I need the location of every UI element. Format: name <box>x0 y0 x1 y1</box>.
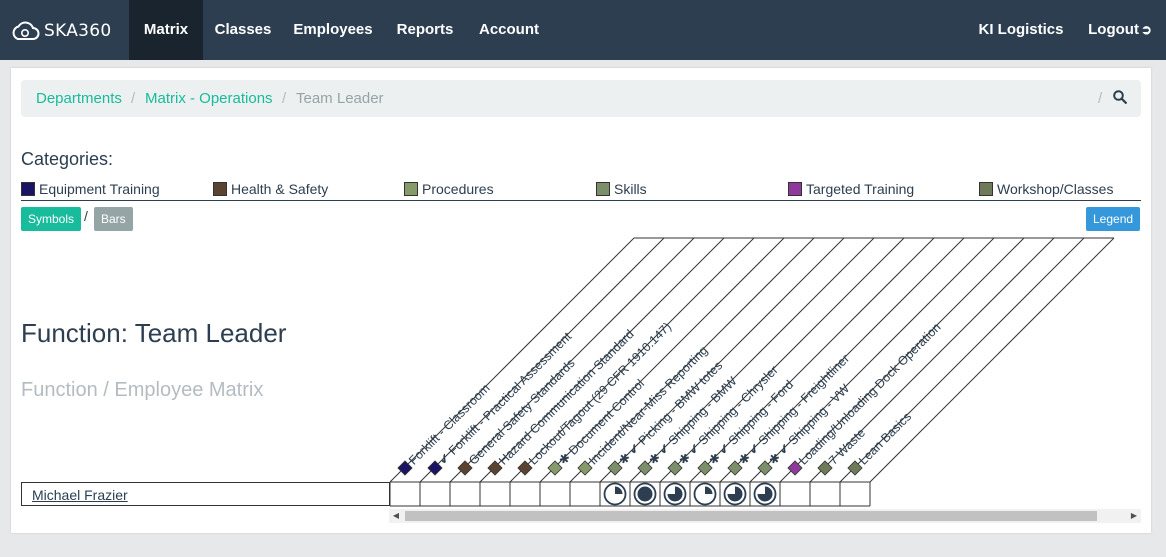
category-swatch <box>547 460 563 476</box>
logout-link[interactable]: Logout ➲ <box>1080 0 1160 60</box>
horizontal-scrollbar[interactable]: ◀ ▶ <box>389 509 1141 523</box>
category-swatch <box>697 460 713 476</box>
scroll-right-arrow-icon[interactable]: ▶ <box>1127 509 1141 523</box>
category-swatch <box>427 460 443 476</box>
category-swatch <box>637 460 653 476</box>
sign-out-icon: ➲ <box>1140 22 1152 37</box>
top-navbar: SKA360 Matrix Classes Employees Reports … <box>0 0 1166 60</box>
category-swatch <box>757 460 773 476</box>
category-swatch <box>787 460 803 476</box>
nav-classes[interactable]: Classes <box>207 0 279 60</box>
training-matrix: Forklift - Classroom✔ Forklift - Practic… <box>389 237 1115 507</box>
nav-employees[interactable]: Employees <box>287 0 379 60</box>
category-swatch <box>817 460 833 476</box>
logout-label: Logout <box>1088 21 1139 38</box>
nav-account[interactable]: Account <box>471 0 547 60</box>
category-swatch <box>607 460 623 476</box>
employee-name-link[interactable]: Michael Frazier <box>32 487 128 503</box>
scroll-left-arrow-icon[interactable]: ◀ <box>389 509 403 523</box>
brand-name: SKA360 <box>44 21 112 41</box>
scrollbar-thumb[interactable] <box>405 511 1097 521</box>
nav-reports[interactable]: Reports <box>389 0 461 60</box>
employee-row: Michael Frazier <box>21 482 390 506</box>
category-swatch <box>397 460 413 476</box>
category-swatch <box>517 460 533 476</box>
category-swatch <box>577 460 593 476</box>
nav-matrix[interactable]: Matrix <box>129 0 203 60</box>
cloud-icon <box>12 21 40 40</box>
main-panel: Departments / Matrix - Operations / Team… <box>11 68 1151 533</box>
brand-logo[interactable]: SKA360 <box>10 18 112 44</box>
company-link[interactable]: KI Logistics <box>974 0 1068 60</box>
category-swatch <box>667 460 683 476</box>
category-swatch <box>847 460 863 476</box>
category-swatch <box>457 460 473 476</box>
category-swatch <box>487 460 503 476</box>
progress-fill <box>637 486 653 502</box>
category-swatch <box>727 460 743 476</box>
